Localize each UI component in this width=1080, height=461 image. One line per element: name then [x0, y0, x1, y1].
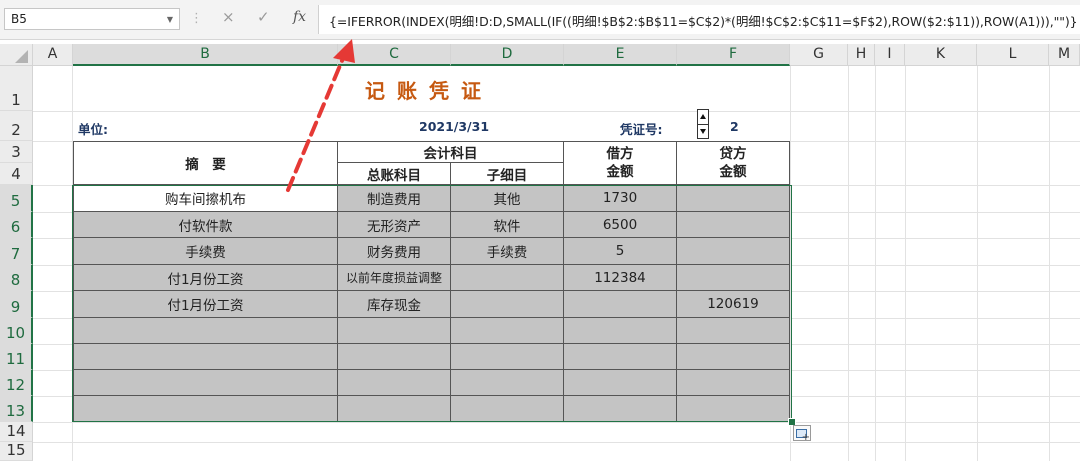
annotation-layer [286, 39, 355, 192]
arrow-head-icon [333, 39, 355, 63]
dashed-arrow-icon [286, 54, 346, 192]
